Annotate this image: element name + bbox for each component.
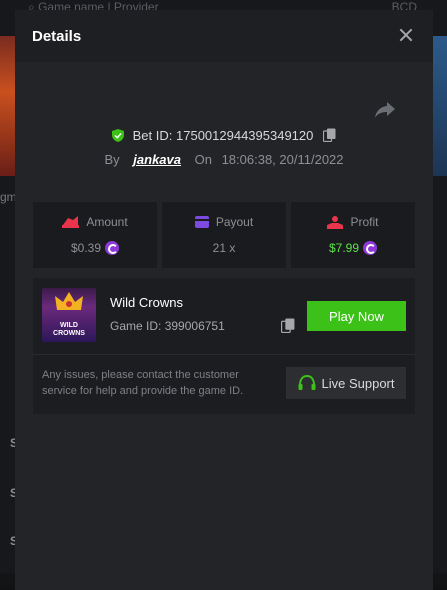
amount-icon (62, 216, 79, 228)
stat-payout: Payout 21 x (162, 202, 286, 268)
play-now-button[interactable]: Play Now (307, 301, 406, 331)
bet-details-modal: Details Bet ID: 1750012944395349120 By j… (15, 10, 433, 590)
game-name: Wild Crowns (110, 295, 183, 310)
live-support-button[interactable]: Live Support (286, 367, 406, 399)
username-link[interactable]: jankava (133, 152, 181, 167)
crown-icon (55, 292, 83, 312)
on-label: On (195, 152, 212, 167)
share-icon[interactable] (374, 100, 396, 120)
headset-icon (298, 375, 316, 391)
copy-icon[interactable] (323, 128, 336, 142)
game-id-line: Game ID: 399006751 (110, 319, 225, 333)
bet-meta-line: By jankava On 18:06:38, 20/11/2022 (15, 152, 433, 167)
game-id-label: Game ID: (110, 319, 161, 333)
stat-payout-label: Payout (216, 215, 253, 229)
divider (33, 354, 415, 355)
bet-id-line: Bet ID: 1750012944395349120 (15, 128, 433, 143)
game-id-value: 399006751 (165, 319, 225, 333)
bet-datetime: 18:06:38, 20/11/2022 (222, 152, 344, 167)
thumb-text-1: WILD (42, 322, 96, 330)
background-game-thumb (0, 36, 16, 176)
coin-icon (105, 241, 119, 255)
modal-header: Details (15, 10, 433, 62)
thumb-text-2: CROWNS (42, 330, 96, 338)
bet-id-label: Bet ID: (133, 128, 173, 143)
shield-check-icon (112, 129, 124, 142)
live-support-label: Live Support (322, 376, 395, 391)
stat-profit-value: $7.99 (329, 241, 359, 255)
stat-amount-label: Amount (86, 215, 127, 229)
help-text: Any issues, please contact the customer … (42, 367, 267, 399)
bet-stats: Amount $0.39 Payout 21 x (33, 202, 415, 268)
close-icon[interactable] (397, 26, 415, 44)
bet-id-value: 1750012944395349120 (176, 128, 313, 143)
stat-profit-label: Profit (350, 215, 378, 229)
stat-profit: Profit $7.99 (291, 202, 415, 268)
stat-amount-value: $0.39 (71, 241, 101, 255)
payout-icon (195, 216, 209, 228)
stat-amount: Amount $0.39 (33, 202, 157, 268)
stat-payout-value: 21 x (213, 241, 236, 255)
modal-title: Details (32, 28, 81, 45)
coin-icon (363, 241, 377, 255)
game-card: WILD CROWNS Wild Crowns Game ID: 3990067… (33, 278, 415, 414)
background-game-thumb (433, 36, 447, 176)
copy-icon[interactable] (281, 318, 295, 333)
game-thumbnail[interactable]: WILD CROWNS (42, 288, 96, 342)
by-label: By (104, 152, 119, 167)
profit-icon (327, 216, 343, 229)
